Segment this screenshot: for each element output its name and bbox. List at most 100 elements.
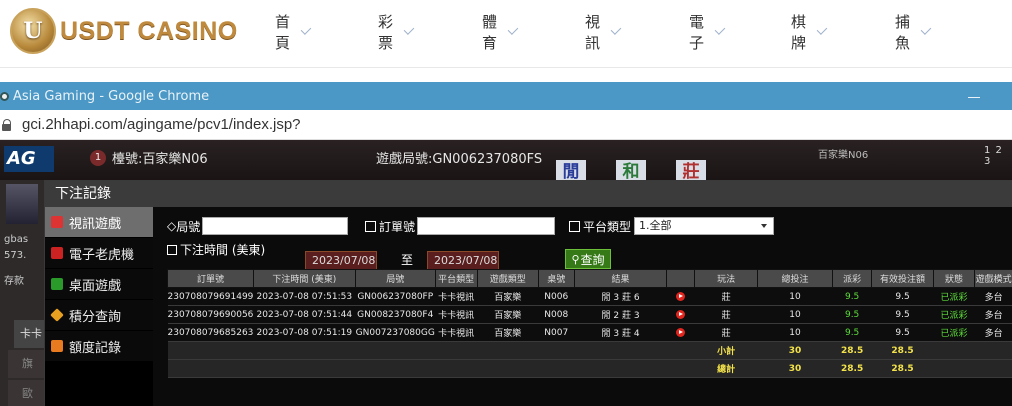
date-from-select[interactable]: 2023/07/08 [305, 251, 377, 270]
nav-item-slots[interactable]: 電子 [689, 13, 726, 52]
order-filter: 訂單號 [365, 217, 556, 235]
ag-logo: AG [4, 146, 54, 172]
browser-title-bar[interactable]: Asia Gaming - Google Chrome [0, 82, 1012, 110]
address-bar[interactable]: gci.2hhapi.com/agingame/pcv1/index.jsp? [0, 110, 1012, 140]
cell-mode: 多台 [974, 287, 1012, 306]
nav-label: 視訊 [585, 13, 601, 52]
cell-result: 閒 3 莊 4 [574, 323, 667, 342]
menu-item-live-games[interactable]: 視訊遊戲 [45, 207, 159, 237]
table-row[interactable]: 230708079690056 2023-07-08 07:51:44 GN00… [167, 305, 1012, 324]
minimize-icon[interactable] [968, 88, 982, 100]
table-name: 檯號:百家樂N06 [112, 152, 208, 167]
cell-game-type: 百家樂 [477, 323, 539, 342]
dice-icon [51, 278, 63, 290]
total-valid: 28.5 [871, 359, 934, 378]
total-tail [933, 359, 1012, 378]
query-button[interactable]: ⚲ 查詢 [565, 249, 611, 269]
date-to-select[interactable]: 2023/07/08 [427, 251, 499, 270]
document-icon [51, 340, 63, 352]
th-bet: 總投注 [757, 269, 833, 288]
cell-platform: 卡卡視訊 [435, 305, 478, 324]
subtotal-bet: 30 [757, 341, 833, 360]
cell-bet: 10 [757, 323, 833, 342]
url-text[interactable]: gci.2hhapi.com/agingame/pcv1/index.jsp? [22, 116, 301, 133]
play-icon[interactable] [676, 309, 686, 319]
cell-time: 2023-07-08 07:51:53 [253, 287, 356, 306]
cell-status: 已派彩 [933, 305, 975, 324]
game-side-panel: gbas 573. 存款 卡卡 旗 歐 [0, 180, 50, 406]
nav-label: 首頁 [275, 13, 291, 52]
total-spacer [167, 359, 695, 378]
nav-item-home[interactable]: 首頁 [275, 13, 312, 52]
site-logo[interactable]: U USDT CASINO [10, 8, 238, 54]
platform-icon [569, 220, 580, 232]
cell-table: N008 [538, 305, 575, 324]
cell-valid-bet: 9.5 [871, 323, 934, 342]
menu-item-table-games[interactable]: 桌面遊戲 [45, 269, 153, 299]
chevron-down-icon [816, 23, 828, 35]
game-top-bar: AG 1 檯號:百家樂N06 遊戲局號:GN006237080FS 閒 和 莊 … [0, 140, 1012, 182]
side-table-label: 百家樂N06 [818, 150, 869, 161]
bet-player[interactable]: 閒 [556, 160, 586, 182]
platform-filter: 平台類型 1.全部 [569, 217, 775, 235]
bet-tie[interactable]: 和 [616, 160, 646, 182]
menu-item-credit-records[interactable]: 額度記錄 [45, 331, 153, 361]
nav-label: 棋牌 [791, 13, 807, 52]
play-icon[interactable] [676, 327, 686, 337]
cell-round: GN006237080FP [355, 287, 436, 306]
nav-item-sports[interactable]: 體育 [482, 13, 519, 52]
th-round: 局號 [354, 269, 436, 288]
cell-round: GN008237080F4 [355, 305, 436, 324]
nav-label: 電子 [689, 13, 705, 52]
cell-result: 閒 2 莊 3 [574, 305, 667, 324]
cell-order: 230708079690056 [167, 305, 254, 324]
side-deposit[interactable]: 存款 [4, 272, 24, 287]
time-label: 下注時間 (美東) [180, 243, 266, 257]
cell-play: 莊 [694, 287, 758, 306]
nav-item-cards[interactable]: 棋牌 [791, 13, 828, 52]
nav-item-fishing[interactable]: 捕魚 [895, 13, 932, 52]
chevron-down-icon [403, 23, 415, 35]
chevron-down-icon [300, 23, 312, 35]
side-row[interactable]: 旗 [8, 350, 44, 378]
game-area: AG 1 檯號:百家樂N06 遊戲局號:GN006237080FS 閒 和 莊 … [0, 140, 1012, 406]
menu-label: 額度記錄 [69, 340, 122, 356]
menu-label: 電子老虎機 [69, 247, 135, 263]
table-row[interactable]: 230708079685263 2023-07-08 07:51:19 GN00… [167, 323, 1012, 342]
order-input[interactable] [417, 217, 556, 235]
lock-icon [2, 118, 12, 131]
cell-order: 230708079691499 [167, 287, 254, 306]
platform-select[interactable]: 1.全部 [634, 217, 775, 235]
bet-banker[interactable]: 莊 [676, 160, 706, 182]
th-order: 訂單號 [167, 269, 254, 288]
round-input[interactable] [202, 217, 349, 235]
cell-bet: 10 [757, 287, 833, 306]
search-icon: ⚲ [571, 252, 580, 266]
slot-icon [51, 247, 63, 259]
cell-time: 2023-07-08 07:51:44 [253, 305, 356, 324]
nav-item-live[interactable]: 視訊 [585, 13, 622, 52]
nav-item-lottery[interactable]: 彩票 [378, 13, 415, 52]
round-filter: ◇ 局號 [167, 217, 349, 235]
cell-order: 230708079685263 [167, 323, 254, 342]
table-number-badge: 1 [90, 149, 106, 166]
cell-replay [666, 305, 695, 324]
order-icon [365, 220, 376, 232]
cards-icon [51, 216, 63, 228]
cell-status: 已派彩 [933, 287, 975, 306]
menu-item-points[interactable]: 積分查詢 [45, 300, 153, 330]
menu-item-slots[interactable]: 電子老虎機 [45, 238, 153, 268]
query-label: 查詢 [580, 252, 605, 267]
side-digits: 1 2 3 [984, 145, 1003, 167]
chevron-down-icon [507, 23, 519, 35]
cell-replay [666, 287, 695, 306]
side-row[interactable]: 歐 [8, 380, 44, 406]
th-game-type: 遊戲類型 [476, 269, 539, 288]
table-header-row: 訂單號 下注時間 (美東) 局號 平台類型 遊戲類型 桌號 結果 玩法 總投注 … [167, 269, 1012, 288]
table-row[interactable]: 230708079691499 2023-07-08 07:51:53 GN00… [167, 287, 1012, 306]
site-header: U USDT CASINO 首頁 彩票 體育 視訊 電子 棋牌 捕魚 [0, 0, 1012, 68]
play-icon[interactable] [676, 291, 686, 301]
cell-replay [666, 323, 695, 342]
th-time: 下注時間 (美東) [252, 269, 356, 288]
cell-valid-bet: 9.5 [871, 305, 934, 324]
